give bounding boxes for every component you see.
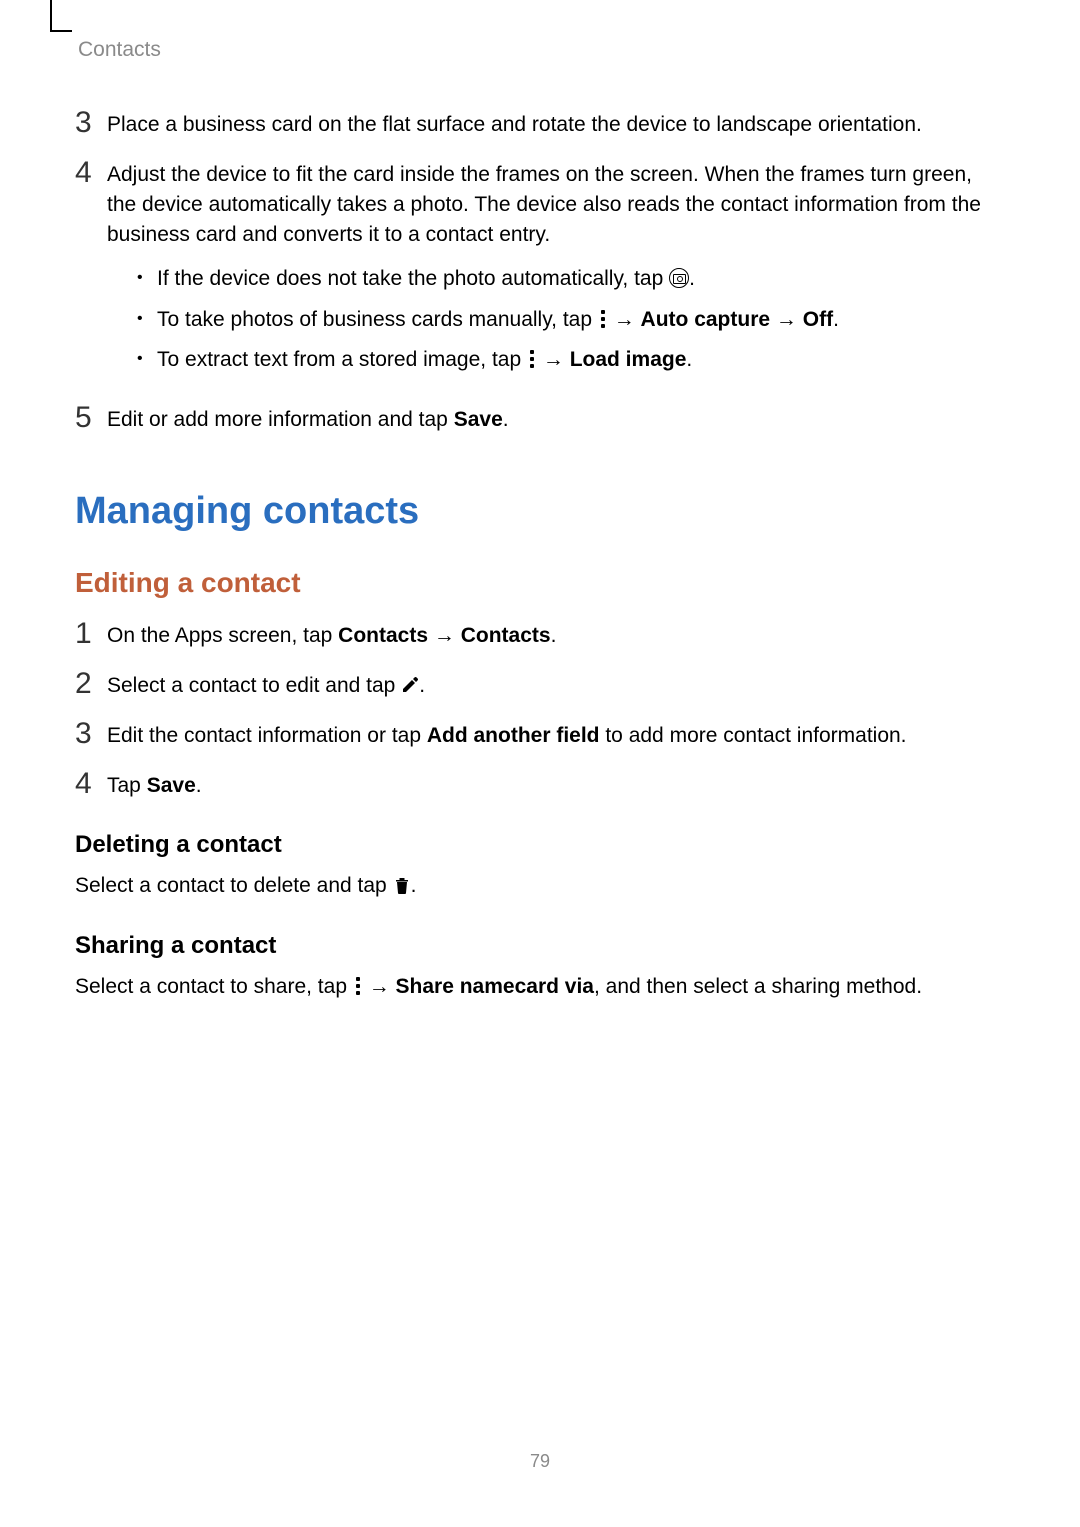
bold-text: Save: [147, 774, 196, 797]
sub-bullet: If the device does not take the photo au…: [137, 264, 1005, 294]
bold-text: Load image: [570, 348, 687, 371]
camera-icon: [669, 268, 689, 288]
steps-continued: 3 Place a business card on the flat surf…: [75, 110, 1005, 435]
arrow-icon: →: [614, 308, 641, 331]
text: Select a contact to share, tap: [75, 975, 353, 998]
step-number: 3: [75, 108, 107, 138]
sub-bullet: To extract text from a stored image, tap…: [137, 345, 1005, 375]
step-body: Place a business card on the flat surfac…: [107, 110, 1005, 140]
paragraph-title-sharing: Sharing a contact: [75, 932, 1005, 960]
crop-mark-vertical: [50, 0, 52, 30]
text: , and then select a sharing method.: [594, 975, 922, 998]
text: .: [503, 408, 509, 431]
text: Edit or add more information and tap: [107, 408, 454, 431]
page-number: 79: [0, 1451, 1080, 1472]
bold-text: Contacts: [338, 624, 428, 647]
more-menu-icon: [598, 310, 608, 328]
step-text: Adjust the device to fit the card inside…: [107, 163, 981, 246]
step-number: 2: [75, 669, 107, 699]
editing-step-2: 2 Select a contact to edit and tap .: [75, 671, 1005, 701]
step-number: 4: [75, 158, 107, 188]
paragraph-title-deleting: Deleting a contact: [75, 831, 1005, 859]
steps-editing: 1 On the Apps screen, tap Contacts → Con…: [75, 621, 1005, 801]
text: To extract text from a stored image, tap: [157, 348, 527, 371]
text: .: [411, 874, 417, 897]
text: Edit the contact information or tap: [107, 724, 427, 747]
editing-step-1: 1 On the Apps screen, tap Contacts → Con…: [75, 621, 1005, 651]
text: To take photos of business cards manuall…: [157, 308, 598, 331]
step-body: Tap Save.: [107, 771, 1005, 801]
text: Select a contact to delete and tap: [75, 874, 393, 897]
step-5: 5 Edit or add more information and tap S…: [75, 405, 1005, 435]
text: .: [833, 308, 839, 331]
editing-step-3: 3 Edit the contact information or tap Ad…: [75, 721, 1005, 751]
step-number: 4: [75, 769, 107, 799]
arrow-icon: →: [369, 975, 396, 998]
bold-text: Share namecard via: [396, 975, 594, 998]
bold-text: Add another field: [427, 724, 600, 747]
text: .: [686, 348, 692, 371]
step-body: On the Apps screen, tap Contacts → Conta…: [107, 621, 1005, 651]
paragraph-body-deleting: Select a contact to delete and tap .: [75, 871, 1005, 901]
text: .: [196, 774, 202, 797]
step-body: Adjust the device to fit the card inside…: [107, 160, 1005, 385]
step-body: Select a contact to edit and tap .: [107, 671, 1005, 701]
sub-bullet: To take photos of business cards manuall…: [137, 305, 1005, 335]
editing-step-4: 4 Tap Save.: [75, 771, 1005, 801]
subsection-title-editing: Editing a contact: [75, 567, 1005, 599]
breadcrumb: Contacts: [78, 38, 161, 62]
bold-text: Contacts: [461, 624, 551, 647]
page: Contacts 3 Place a business card on the …: [0, 0, 1080, 1527]
text: If the device does not take the photo au…: [157, 267, 669, 290]
arrow-icon: →: [543, 348, 570, 371]
more-menu-icon: [353, 977, 363, 995]
step-3: 3 Place a business card on the flat surf…: [75, 110, 1005, 140]
paragraph-body-sharing: Select a contact to share, tap → Share n…: [75, 972, 1005, 1002]
step-number: 3: [75, 719, 107, 749]
bold-text: Off: [803, 308, 833, 331]
step-number: 5: [75, 403, 107, 433]
text: On the Apps screen, tap: [107, 624, 338, 647]
text: .: [689, 267, 695, 290]
bold-text: Save: [454, 408, 503, 431]
crop-mark-horizontal: [50, 30, 72, 32]
more-menu-icon: [527, 350, 537, 368]
edit-pencil-icon: [401, 673, 419, 691]
text: .: [419, 674, 425, 697]
text: to add more contact information.: [600, 724, 907, 747]
sub-bullets: If the device does not take the photo au…: [137, 264, 1005, 375]
text: Select a contact to edit and tap: [107, 674, 401, 697]
step-4: 4 Adjust the device to fit the card insi…: [75, 160, 1005, 385]
trash-icon: [393, 874, 411, 894]
section-title: Managing contacts: [75, 490, 1005, 533]
bold-text: Auto capture: [641, 308, 771, 331]
step-number: 1: [75, 619, 107, 649]
arrow-icon: →: [776, 308, 803, 331]
text: Tap: [107, 774, 147, 797]
text: .: [551, 624, 557, 647]
arrow-icon: →: [434, 624, 461, 647]
step-body: Edit the contact information or tap Add …: [107, 721, 1005, 751]
step-body: Edit or add more information and tap Sav…: [107, 405, 1005, 435]
